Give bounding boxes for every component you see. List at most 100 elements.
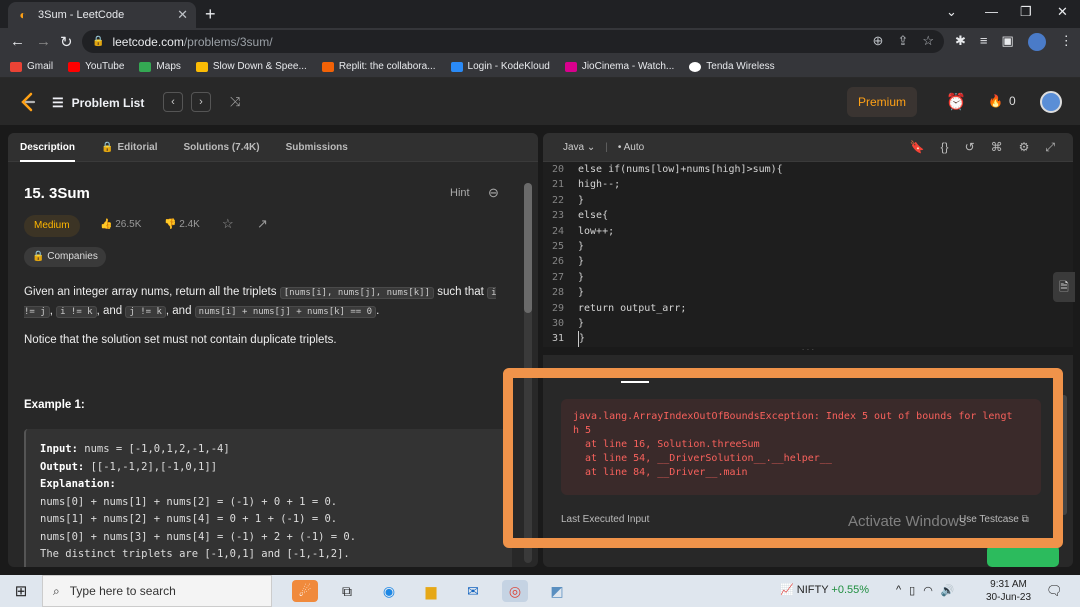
close-window-button[interactable]: ✕: [1057, 4, 1068, 20]
tab-submissions[interactable]: Submissions: [286, 133, 348, 162]
console-panel: java.lang.ArrayIndexOutOfBoundsException…: [543, 355, 1073, 567]
next-problem-button[interactable]: ›: [191, 92, 211, 112]
more-options-icon[interactable]: ⊖: [488, 185, 499, 201]
expand-icon[interactable]: ⤢: [1045, 140, 1055, 155]
share-link-icon[interactable]: ↗: [257, 216, 268, 232]
mail-icon[interactable]: ✉: [460, 580, 486, 602]
bookmark-item[interactable]: Gmail: [10, 61, 53, 72]
dislike-button[interactable]: 👎 2.4K: [164, 219, 200, 230]
chrome-icon[interactable]: ◎: [502, 580, 528, 602]
sidepanel-icon[interactable]: ▣: [1002, 33, 1014, 51]
file-explorer-icon[interactable]: ▆: [418, 580, 444, 602]
premium-button[interactable]: Premium: [847, 87, 917, 117]
prev-problem-button[interactable]: ‹: [163, 92, 183, 112]
example-line: nums[0] + nums[1] + nums[2] = (-1) + 0 +…: [40, 495, 338, 508]
nifty-ticker[interactable]: 📈 NIFTY +0.55%: [780, 583, 869, 596]
leetcode-favicon-icon: ◐: [19, 8, 27, 22]
shuffle-icon[interactable]: ⤨: [230, 94, 240, 110]
bookmark-item[interactable]: JioCinema - Watch...: [564, 61, 674, 72]
gmail-icon: [10, 61, 22, 72]
minimize-button[interactable]: —: [985, 4, 998, 19]
tab-editorial[interactable]: 🔒 Editorial: [101, 133, 157, 162]
edge-icon[interactable]: ◉: [376, 580, 402, 602]
companies-tag[interactable]: 🔒 Companies: [24, 247, 106, 267]
settings-icon[interactable]: ⚙: [1019, 140, 1030, 155]
app-icon[interactable]: ◩: [544, 580, 570, 602]
tab-description[interactable]: Description: [20, 133, 76, 162]
task-view-icon[interactable]: ⧉: [334, 580, 360, 602]
submit-button[interactable]: [987, 545, 1059, 567]
stack-line: at line 16, Solution.threeSum: [585, 439, 760, 450]
back-button[interactable]: ←: [10, 33, 25, 50]
address-bar[interactable]: 🔒 leetcode.com/problems/3sum/ ⊕ ⇪ ☆: [82, 30, 944, 53]
volume-icon[interactable]: 🔊: [941, 584, 955, 597]
windows-taskbar: ⊞ ⌕ Type here to search ☄ ⧉ ◉ ▆ ✉ ◎ ◩ 📈 …: [0, 575, 1080, 607]
command-icon[interactable]: ⌘: [991, 140, 1003, 155]
code-editor[interactable]: 20 else if(nums[low]+nums[high]>sum){ 21 h…: [543, 162, 1073, 347]
like-button[interactable]: 👍 26.5K: [100, 219, 141, 230]
bookmark-item[interactable]: Replit: the collabora...: [321, 61, 436, 72]
editor-panel: Java ⌄ | • Auto 🔖 {} ↺ ⌘ ⚙ ⤢ 20 else if(n…: [543, 133, 1073, 567]
braces-icon[interactable]: {}: [941, 140, 949, 155]
system-clock[interactable]: 9:31 AM 30-Jun-23: [986, 578, 1031, 604]
problem-list-link[interactable]: ☰ Problem List: [52, 95, 144, 111]
profile-avatar[interactable]: [1027, 33, 1046, 51]
new-tab-button[interactable]: +: [205, 4, 216, 25]
bookmark-item[interactable]: Login - KodeKloud: [450, 61, 550, 72]
panel-splitter[interactable]: · · ·: [543, 346, 1073, 355]
search-highlight-icon[interactable]: ☄: [292, 580, 318, 602]
lock-icon: 🔒: [32, 251, 48, 262]
fire-icon: 🔥: [988, 94, 1003, 108]
language-select[interactable]: Java ⌄: [563, 142, 595, 153]
reload-button[interactable]: ↻: [60, 33, 73, 51]
forward-button[interactable]: →: [36, 33, 51, 50]
bookmark-star-icon[interactable]: ☆: [922, 33, 934, 49]
extensions-icon[interactable]: ✱: [955, 33, 966, 51]
code-line: 21 high--;: [551, 179, 621, 191]
document-icon[interactable]: 🗎: [1053, 272, 1075, 302]
reset-icon[interactable]: ↺: [965, 140, 975, 155]
replit-icon: [321, 61, 334, 72]
console-scrollbar[interactable]: [1061, 395, 1067, 515]
description-scrollbar[interactable]: [524, 183, 532, 563]
battery-icon[interactable]: ▯: [909, 584, 915, 597]
leetcode-logo-icon[interactable]: [18, 92, 38, 112]
code-line: 22}: [551, 194, 585, 206]
bookmark-item[interactable]: Maps: [139, 61, 181, 72]
thumbs-down-icon: 👎: [164, 219, 180, 230]
inline-code: i != k: [56, 306, 97, 318]
tab-solutions[interactable]: Solutions (7.4K): [183, 133, 259, 162]
kodekloud-icon: [450, 61, 463, 72]
zoom-icon[interactable]: ⊕: [873, 33, 884, 49]
menu-icon[interactable]: ⋮: [1060, 33, 1073, 51]
bookmark-item[interactable]: YouTube: [68, 61, 124, 72]
notification-icon[interactable]: 🗨: [1046, 583, 1063, 599]
user-avatar[interactable]: [1040, 91, 1062, 113]
browser-toolbar: ← → ↻ 🔒 leetcode.com/problems/3sum/ ⊕ ⇪ …: [0, 28, 1080, 56]
star-icon[interactable]: ☆: [222, 216, 234, 232]
lock-icon: 🔒: [101, 141, 114, 153]
bookmark-item[interactable]: Slow Down & Spee...: [195, 61, 307, 72]
code-line: 25}: [551, 240, 585, 252]
url-host: leetcode.com: [112, 34, 184, 49]
alarm-icon[interactable]: ⏰: [946, 92, 966, 112]
bookmarks-bar: Gmail YouTube Maps Slow Down & Spee... R…: [0, 56, 1080, 78]
activate-windows-watermark: Activate Windows: [848, 513, 967, 530]
bookmark-item[interactable]: Tenda Wireless: [689, 61, 775, 72]
tab-search-icon[interactable]: ⌄: [946, 4, 957, 20]
bookmark-icon[interactable]: 🔖: [910, 140, 925, 155]
use-testcase-button[interactable]: Use Testcase ⧉: [959, 514, 1029, 525]
wifi-icon[interactable]: ◠: [923, 584, 933, 597]
code-line: 23 else{: [551, 210, 609, 222]
browser-tab[interactable]: ◐ 3Sum - LeetCode ✕: [8, 2, 196, 28]
hint-button[interactable]: Hint: [450, 187, 470, 199]
tab-close-icon[interactable]: ✕: [177, 7, 188, 23]
restore-button[interactable]: ❐: [1020, 4, 1032, 20]
streak-counter[interactable]: 🔥 0: [988, 94, 1016, 108]
windows-start-icon[interactable]: ⊞: [0, 582, 42, 600]
media-icon[interactable]: ≡: [980, 33, 988, 51]
taskbar-search[interactable]: ⌕ Type here to search: [42, 575, 272, 607]
share-icon[interactable]: ⇪: [897, 33, 908, 49]
url-path: /problems/3sum/: [183, 34, 273, 49]
chevron-up-icon[interactable]: ^: [896, 584, 901, 597]
